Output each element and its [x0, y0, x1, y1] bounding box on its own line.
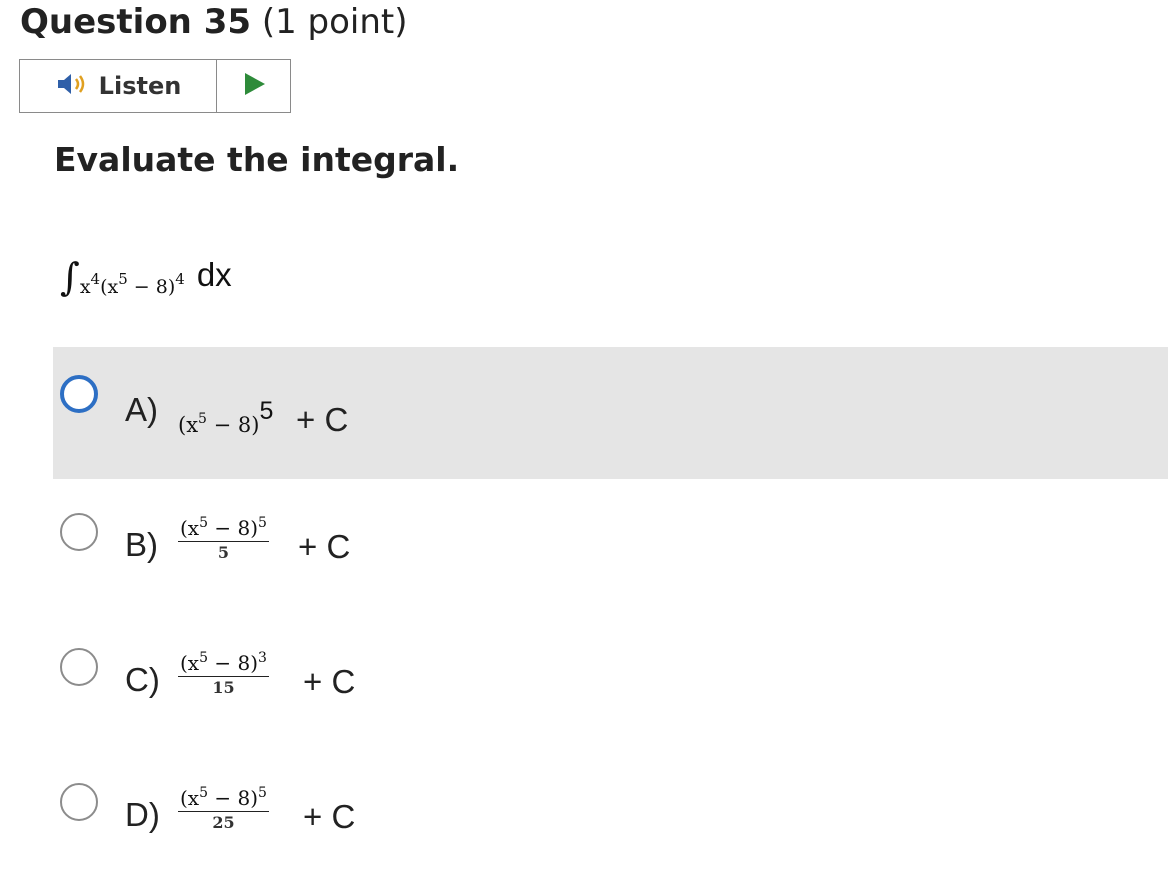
integral-expression: ∫ x4(x5 − 8)4 dx: [60, 248, 232, 308]
listen-label: Listen: [98, 72, 182, 100]
radio-button-b[interactable]: [60, 513, 98, 551]
option-d-denominator: 25: [212, 813, 235, 832]
option-c-inner-exponent: 5: [199, 650, 209, 666]
option-b-exponent: 5: [258, 515, 267, 531]
option-b-denominator: 5: [217, 543, 230, 562]
integrand-rest: − 8): [127, 276, 176, 298]
radio-button-d[interactable]: [60, 783, 98, 821]
option-expression-b: (x5 − 8)5 5: [178, 510, 269, 564]
option-a-exponent: 5: [259, 397, 274, 425]
listen-button[interactable]: Listen: [20, 60, 217, 112]
option-c-base: (x: [180, 651, 200, 675]
answer-option-c[interactable]: C) (x5 − 8)3 15 + C: [53, 617, 1168, 749]
option-d-base: (x: [180, 786, 200, 810]
integrand: x4(x5 − 8)4: [80, 268, 185, 298]
answer-option-d[interactable]: D) (x5 − 8)5 25 + C: [53, 752, 1168, 884]
option-c-exponent: 3: [258, 650, 267, 666]
option-letter-c: C): [125, 661, 160, 698]
option-a-base: (x: [178, 413, 199, 437]
option-b-constant: + C: [298, 528, 351, 565]
option-c-constant: + C: [303, 663, 356, 700]
question-number: Question 35: [20, 2, 252, 42]
option-d-rest: − 8): [208, 786, 259, 810]
option-expression-a: (x5 − 8)5: [178, 397, 273, 437]
option-letter-b: B): [125, 526, 158, 563]
option-a-constant: + C: [296, 401, 349, 438]
option-b-base: (x: [180, 516, 200, 540]
option-expression-d: (x5 − 8)5 25: [178, 780, 269, 834]
option-letter-a: A): [125, 391, 158, 428]
radio-button-a[interactable]: [60, 375, 98, 413]
differential: dx: [196, 256, 232, 293]
integrand-x-exponent: 4: [90, 270, 101, 288]
integrand-x: x: [79, 276, 91, 298]
integral-sign: ∫: [60, 255, 80, 299]
question-points: (1 point): [261, 2, 408, 42]
option-a-inner-exponent: 5: [198, 411, 207, 427]
option-c-denominator: 15: [212, 678, 235, 697]
integrand-inner-exponent: 5: [118, 270, 128, 288]
answer-option-a[interactable]: A) (x5 − 8)5 + C: [53, 347, 1168, 479]
option-d-exponent: 5: [258, 785, 267, 801]
question-title: Question 35 (1 point): [20, 0, 408, 44]
play-icon: [241, 71, 267, 101]
radio-button-c[interactable]: [60, 648, 98, 686]
option-b-inner-exponent: 5: [199, 515, 209, 531]
speaker-icon: [55, 71, 89, 101]
option-a-rest: − 8): [206, 413, 260, 437]
option-letter-d: D): [125, 796, 160, 833]
option-c-rest: − 8): [208, 651, 259, 675]
integrand-base: (x: [100, 276, 119, 298]
play-button[interactable]: [217, 60, 290, 112]
question-prompt: Evaluate the integral.: [54, 140, 460, 179]
answer-option-b[interactable]: B) (x5 − 8)5 5 + C: [53, 482, 1168, 614]
option-b-rest: − 8): [208, 516, 259, 540]
option-d-constant: + C: [303, 798, 356, 835]
integrand-outer-exponent: 4: [175, 270, 185, 288]
option-d-inner-exponent: 5: [199, 785, 209, 801]
option-expression-c: (x5 − 8)3 15: [178, 645, 269, 699]
listen-widget: Listen: [19, 59, 291, 113]
